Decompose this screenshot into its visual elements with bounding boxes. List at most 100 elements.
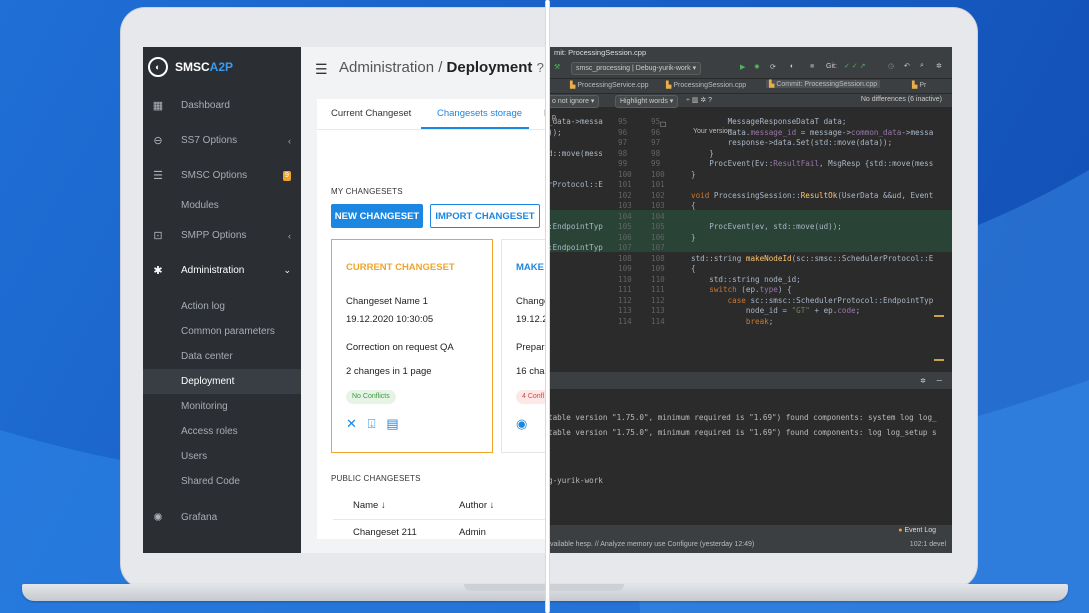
line-number-right: 110 (651, 274, 665, 284)
line-number-left: 102 (618, 190, 632, 200)
import-changeset-button[interactable]: IMPORT CHANGESET (430, 204, 540, 228)
sidebar-item-label: Deployment (181, 376, 235, 387)
sidebar-item-modules[interactable]: Modules (143, 193, 301, 218)
file-tab[interactable]: ▙ Pr (912, 81, 926, 89)
file-tab[interactable]: ▙ ProcessingService.cpp (570, 81, 649, 89)
notification-badge: 9 (283, 170, 291, 181)
event-log-bar: ● Event Log (548, 525, 952, 537)
ide-status-bar: vailable hesp. // Analyze memory use Con… (548, 537, 952, 553)
checkbox-icon[interactable]: ☐ (660, 121, 666, 129)
diff-toolbar: o not ignore ▾ Highlight words ▾ ÷ ▥ ✲ ?… (548, 93, 952, 108)
sidebar-item-shared-code[interactable]: Shared Code (143, 469, 301, 494)
breadcrumb-section[interactable]: Administration / (339, 59, 442, 76)
output-line: g-yurik-work (548, 476, 603, 485)
current-changeset-card[interactable]: CURRENT CHANGESET Changeset Name 1 19.12… (331, 239, 493, 453)
line-number-right: 113 (651, 306, 665, 315)
panel-header: ✲ — (548, 373, 952, 389)
file-tab[interactable]: ▙ ProcessingSession.cpp (666, 81, 746, 89)
line-number-left: 95 (618, 117, 628, 126)
code-line: void ProcessingSession::ResultOk(UserDat… (691, 190, 934, 200)
code-line: } (691, 148, 714, 158)
server-icon: ☰ (153, 170, 163, 182)
comparison-divider[interactable] (545, 0, 550, 613)
changeset-date: 19.12.2020 10:30:05 (346, 314, 434, 325)
sidebar-item-ss7-options[interactable]: ⊖ SS7 Options ‹ (143, 128, 301, 153)
laptop-notch (464, 584, 624, 591)
sidebar-item-action-log[interactable]: Action log (143, 294, 301, 319)
code-line-left: :EndpointTyp (548, 222, 603, 231)
minimize-icon[interactable]: — (937, 376, 942, 386)
close-icon[interactable]: ✕ (346, 416, 357, 431)
download-icon[interactable]: ⍗ (368, 416, 376, 431)
changeset-changes: 2 changes in 1 page (346, 366, 432, 377)
code-line: } (691, 232, 696, 242)
code-line: ProcEvent(Ev::ResultFail, MsgResp {std::… (691, 159, 934, 168)
code-line: ProcEvent(ev, std::move(ud)); (691, 222, 842, 231)
tab-changesets-storage[interactable]: Changesets storage (437, 108, 522, 119)
cursor-position[interactable]: 102:1 devel (910, 537, 946, 553)
settings-icon[interactable]: ✲ (920, 376, 925, 386)
coverage-icon[interactable]: ⟳ (770, 63, 776, 71)
line-number-right: 107 (651, 243, 665, 252)
debug-icon[interactable]: ✹ (754, 63, 760, 71)
ide-title: mit: ProcessingSession.cpp (548, 47, 952, 59)
line-number-left: 97 (618, 138, 628, 147)
line-number-left: 111 (618, 285, 632, 294)
sidebar-item-label: Common parameters (181, 326, 275, 337)
sidebar-item-data-center[interactable]: Data center (143, 344, 301, 369)
profile-icon[interactable]: ◐ (790, 63, 794, 70)
stop-icon[interactable]: ■ (810, 63, 814, 70)
ide-window: mit: ProcessingSession.cpp ⚒ smsc_proces… (548, 47, 952, 553)
menu-icon[interactable]: ☰ (315, 61, 328, 78)
sidebar-item-smsc-options[interactable]: ☰ SMSC Options 9 (143, 163, 301, 188)
sidebar-item-common-parameters[interactable]: Common parameters (143, 319, 301, 344)
file-tab-active[interactable]: ▙ Commit: ProcessingSession.cpp (766, 80, 881, 88)
sidebar-item-label: Monitoring (181, 401, 228, 412)
sidebar-item-grafana[interactable]: ✺ Grafana (143, 505, 301, 530)
sidebar-item-dashboard[interactable]: ▦ Dashboard (143, 93, 301, 118)
search-icon[interactable]: ⌕ (920, 62, 924, 70)
top-bar: ☰ Administration / Deployment ? (301, 47, 548, 89)
cpp-file-icon: ▙ (570, 82, 576, 89)
line-number-left: 113 (618, 306, 632, 315)
run-icon[interactable]: ▶ (740, 63, 745, 71)
column-author[interactable]: Author ↓ (459, 500, 494, 511)
sidebar-item-users[interactable]: Users (143, 444, 301, 469)
new-changeset-button[interactable]: NEW CHANGESET (331, 204, 423, 228)
hammer-icon[interactable]: ⚒ (554, 63, 560, 71)
breadcrumb: Administration / Deployment ? (339, 59, 544, 76)
run-config-select[interactable]: smsc_processing | Debug-yurik-work ▾ (571, 62, 702, 75)
event-log-button[interactable]: Event Log (904, 527, 936, 534)
changeset-name: Changeset Name 1 (346, 296, 428, 307)
git-update-icon[interactable]: ✓ ✓ ↗ (844, 62, 866, 70)
chevron-down-icon: ⌄ (283, 265, 291, 275)
sidebar-item-access-roles[interactable]: Access roles (143, 419, 301, 444)
line-number-right: 95 (651, 117, 661, 126)
diff-editor[interactable]: p ☐ Your version 95 95 _data->messa 96 96));… (548, 107, 952, 372)
table-row[interactable]: Changeset 211 Admin (353, 527, 486, 538)
brand-name: SMSCA2P (175, 60, 233, 74)
line-number-right: 106 (651, 232, 665, 242)
card-actions: ✕ ⍗ ▤ (346, 416, 399, 432)
eye-icon[interactable]: ◉ (516, 416, 527, 431)
column-name[interactable]: Name ↓ (353, 500, 386, 511)
brand-name-a: SMSC (175, 60, 210, 74)
comment-icon[interactable]: ▤ (386, 416, 398, 431)
help-icon[interactable]: ? (537, 60, 544, 75)
app-logo[interactable]: ◐ SMSCA2P (148, 57, 233, 77)
tab-current-changeset[interactable]: Current Changeset (331, 108, 411, 119)
settings-icon[interactable]: ✲ (936, 62, 942, 70)
diff-tools-icon[interactable]: ÷ ▥ ✲ ? (686, 96, 712, 104)
history-icon[interactable]: ◷ (888, 62, 894, 70)
sidebar-item-smpp-options[interactable]: ⊡ SMPP Options ‹ (143, 223, 301, 248)
code-line: MessageResponseDataT data; (691, 117, 847, 126)
line-number-left: 114 (618, 316, 632, 326)
sidebar-item-administration[interactable]: ✱ Administration ⌄ (143, 258, 301, 283)
undo-icon[interactable]: ↶ (904, 62, 910, 70)
code-line: { (691, 201, 696, 210)
status-message: vailable hesp. // Analyze memory use Con… (550, 541, 755, 548)
table-divider (333, 519, 548, 520)
line-number-right: 103 (651, 201, 665, 210)
sidebar-item-deployment[interactable]: Deployment (143, 369, 301, 394)
sidebar-item-monitoring[interactable]: Monitoring (143, 394, 301, 419)
